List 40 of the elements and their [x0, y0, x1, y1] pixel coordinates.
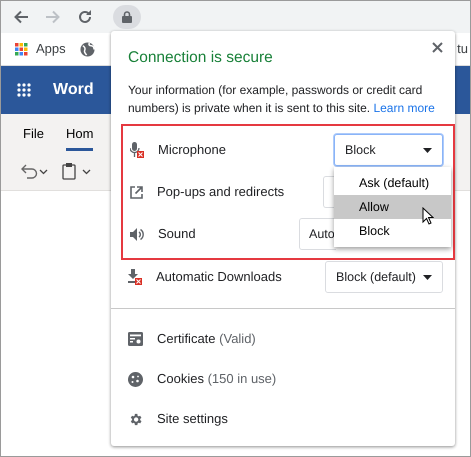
learn-more-link[interactable]: Learn more	[373, 101, 435, 115]
menu-option[interactable]: Ask (default)	[334, 171, 451, 195]
download-blocked-icon	[128, 269, 142, 285]
site-info-button[interactable]	[113, 5, 141, 29]
caret-icon	[423, 274, 432, 280]
permission-label: Microphone	[158, 141, 226, 160]
globe-icon[interactable]	[80, 42, 95, 56]
app-launcher-icon[interactable]	[17, 83, 31, 97]
caret-icon	[423, 148, 432, 153]
info-item[interactable]: Site settings	[111, 399, 455, 439]
undo-icon[interactable]	[19, 162, 49, 178]
popup-title: Connection is secure	[128, 48, 273, 68]
microphone-blocked-icon	[130, 142, 144, 158]
permission-label: Automatic Downloads	[156, 268, 282, 286]
certificate-icon	[128, 332, 143, 346]
speaker-icon	[130, 228, 144, 240]
lock-icon	[122, 11, 132, 23]
reload-icon[interactable]	[77, 9, 93, 25]
paste-icon[interactable]	[61, 162, 93, 180]
info-item[interactable]: Cookies (150 in use)	[111, 359, 455, 399]
cookie-icon	[128, 372, 143, 386]
dropdown[interactable]: Auto	[299, 218, 336, 250]
app-name: Word	[53, 80, 94, 100]
apps-grid-icon	[15, 42, 28, 56]
settings-icon	[128, 412, 143, 426]
permission-label: Pop-ups and redirects	[157, 183, 284, 202]
description-text: Your information (for example, passwords or credit card numbers) is private when it is sent to this site. Learn more	[128, 82, 436, 117]
bookmark[interactable]: tu	[457, 39, 468, 59]
menu-option[interactable]: Block	[334, 219, 451, 243]
close-icon	[432, 42, 443, 54]
external-link-icon	[130, 186, 143, 198]
permission-label: Sound	[158, 225, 196, 244]
back-icon[interactable]	[13, 9, 29, 25]
apps-bookmark[interactable]: Apps	[15, 39, 66, 59]
menu-option[interactable]: Allow	[334, 195, 451, 219]
dropdown[interactable]: Block (default)	[325, 261, 443, 293]
mouse-cursor-icon	[422, 207, 434, 225]
ribbon-tab[interactable]: File	[23, 124, 44, 151]
dropdown[interactable]: Block	[334, 134, 443, 166]
info-item[interactable]: Certificate (Valid)	[111, 319, 455, 359]
